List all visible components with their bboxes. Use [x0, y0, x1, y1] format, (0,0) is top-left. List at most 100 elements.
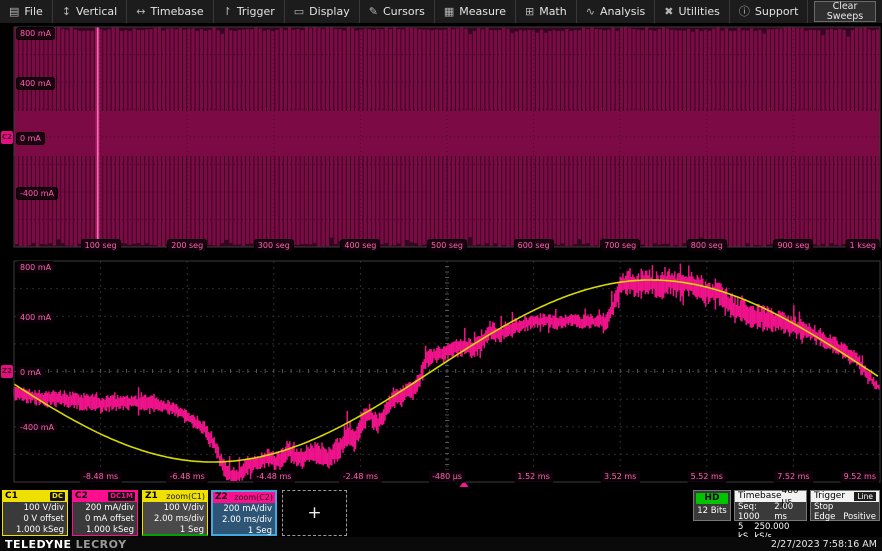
teledyne-lecroy-logo: TELEDYNE LECROY	[5, 538, 127, 551]
x-axis-label: 600 seg	[514, 239, 554, 252]
datetime-label: 2/27/2023 7:58:16 AM	[771, 539, 877, 550]
zoom-source-label: zoom(C1)	[166, 491, 205, 502]
measure-icon: ▦	[444, 6, 454, 17]
descriptor-line: 1.000 kSeg	[73, 525, 134, 536]
trigger-slope: Positive	[843, 512, 876, 522]
trigger-box[interactable]: Trigger Line Stop Edge Positive	[810, 490, 880, 521]
y-axis-label: 0 mA	[16, 132, 45, 145]
menu-item-timebase[interactable]: ↔ Timebase	[127, 0, 213, 23]
descriptor-line: 0 V offset	[3, 514, 64, 525]
x-axis-label: 5.52 ms	[687, 470, 727, 483]
channel-descriptor-z2[interactable]: Z2zoom(C2)200 mA/div2.00 ms/div1 Seg	[211, 490, 277, 536]
x-axis-label: 3.52 ms	[600, 470, 640, 483]
trace-marker-z2[interactable]: Z2	[1, 365, 13, 378]
channel-id-label: Z1	[145, 491, 158, 502]
hd-badge: HD	[696, 493, 728, 504]
support-info-icon: ⓘ	[739, 6, 750, 17]
utilities-icon: ✖	[664, 6, 673, 17]
channel-descriptor-c1[interactable]: C1DC100 V/div0 V offset1.000 kSeg	[2, 490, 68, 536]
math-icon: ⊞	[525, 6, 534, 17]
x-axis-label: 7.52 ms	[773, 470, 813, 483]
menu-item-label: Math	[539, 5, 567, 18]
hd-resolution-box[interactable]: HD 12 Bits	[693, 490, 731, 521]
descriptor-line: 100 V/div	[143, 503, 204, 514]
clear-sweeps-button[interactable]: Clear Sweeps	[814, 1, 876, 22]
trace-marker-c2[interactable]: C2	[1, 131, 13, 144]
trigger-mode: Stop	[814, 502, 833, 512]
coupling-badge: DC	[50, 492, 65, 501]
menu-item-label: Utilities	[679, 5, 720, 18]
descriptor-bar: + HD 12 Bits Timebase 480 µs Seq: 1000 2…	[0, 488, 882, 536]
menu-item-trigger[interactable]: ↾Trigger	[214, 0, 285, 23]
menu-item-cursors[interactable]: ✎ Cursors	[360, 0, 435, 23]
x-axis-label: 700 seg	[600, 239, 640, 252]
trigger-source-badge: Line	[854, 492, 876, 501]
channel-id-label: C2	[75, 491, 88, 502]
x-axis-label: 1.52 ms	[513, 470, 553, 483]
menu-item-analysis[interactable]: ∿Analysis	[577, 0, 656, 23]
timebase-seq: Seq: 1000	[738, 502, 774, 522]
y-axis-label: -400 mA	[16, 187, 58, 200]
descriptor-line: 2.00 ms/div	[213, 515, 272, 526]
timebase-title: Timebase	[738, 491, 781, 502]
menu-item-label: Support	[755, 5, 798, 18]
zoom-trace-grid[interactable]: Z2 800 mA 400 mA 0 mA -400 mA -8.48 ms -6.48 …	[0, 258, 882, 488]
y-axis-label: 400 mA	[16, 77, 55, 90]
y-axis-label: -400 mA	[16, 421, 58, 434]
menu-item-label: Vertical	[76, 5, 117, 18]
menu-item-vertical[interactable]: ↕Vertical	[53, 0, 127, 23]
x-axis-label: 1 kseg	[846, 239, 880, 252]
descriptor-line: 100 V/div	[3, 503, 64, 514]
x-axis-label: 100 seg	[81, 239, 121, 252]
menu-bar: ▤ File ↕Vertical ↔ Timebase ↾Trigger ▭ Display ✎…	[0, 0, 882, 24]
descriptor-line: 200 mA/div	[213, 504, 272, 515]
trigger-title: Trigger	[814, 491, 845, 502]
horizontal-arrows-icon: ↔	[136, 6, 145, 17]
x-axis-label: 900 seg	[773, 239, 813, 252]
add-trace-button[interactable]: +	[282, 490, 347, 536]
timebase-box[interactable]: Timebase 480 µs Seq: 1000 2.00 ms 5 kS 2…	[734, 490, 807, 521]
x-axis-label: -8.48 ms	[79, 470, 122, 483]
coupling-badge: DC1M	[108, 492, 135, 501]
menu-item-label: Display	[309, 5, 350, 18]
menu-item-label: Measure	[459, 5, 506, 18]
channel-id-label: Z2	[215, 492, 228, 503]
trigger-type: Edge	[814, 512, 835, 522]
channel-descriptor-c2[interactable]: C2 DC1M 200 mA/div0 mA offset1.000 kSeg	[72, 490, 138, 536]
x-axis-label: 500 seg	[427, 239, 467, 252]
x-axis-label: -6.48 ms	[166, 470, 209, 483]
file-icon: ▤	[9, 6, 19, 17]
x-axis-label: 800 seg	[687, 239, 727, 252]
y-axis-label: 400 mA	[16, 311, 55, 324]
y-axis-label: 0 mA	[16, 366, 45, 379]
x-axis-label: -4.48 ms	[252, 470, 295, 483]
x-axis-label: -2.48 ms	[339, 470, 382, 483]
menu-item-label: Trigger	[237, 5, 275, 18]
channel-descriptor-z1[interactable]: Z1zoom(C1)100 V/div2.00 ms/div1 Seg	[142, 490, 208, 536]
menu-item-display[interactable]: ▭ Display	[285, 0, 360, 23]
segment-overview-grid[interactable]: C2 800 mA 400 mA 0 mA -400 mA 100 seg 200 seg…	[0, 24, 882, 258]
cursor-pencil-icon: ✎	[369, 6, 378, 17]
menu-item-label: File	[24, 5, 42, 18]
x-axis-label: 200 seg	[167, 239, 207, 252]
x-axis-label: 400 seg	[340, 239, 380, 252]
descriptor-line: 1 Seg	[143, 525, 204, 536]
menu-item-label: Timebase	[150, 5, 203, 18]
footer-bar: TELEDYNE LECROY 2/27/2023 7:58:16 AM	[0, 537, 882, 551]
menu-item-file[interactable]: ▤ File	[0, 0, 53, 23]
descriptor-line: 1 Seg	[213, 526, 272, 537]
menu-item-support[interactable]: ⓘ Support	[730, 0, 808, 23]
menu-item-utilities[interactable]: ✖ Utilities	[655, 0, 730, 23]
descriptor-line: 200 mA/div	[73, 503, 134, 514]
menu-item-math[interactable]: ⊞ Math	[516, 0, 577, 23]
y-axis-label: 800 mA	[16, 27, 55, 40]
y-axis-label: 800 mA	[16, 261, 55, 274]
x-axis-label: 9.52 ms	[840, 470, 880, 483]
menu-item-measure[interactable]: ▦ Measure	[435, 0, 516, 23]
hd-bits-label: 12 Bits	[694, 504, 730, 518]
menu-item-label: Cursors	[383, 5, 425, 18]
timebase-window: 2.00 ms	[774, 502, 803, 522]
descriptor-line: 0 mA offset	[73, 514, 134, 525]
display-icon: ▭	[294, 6, 304, 17]
descriptor-line: 1.000 kSeg	[3, 525, 64, 536]
